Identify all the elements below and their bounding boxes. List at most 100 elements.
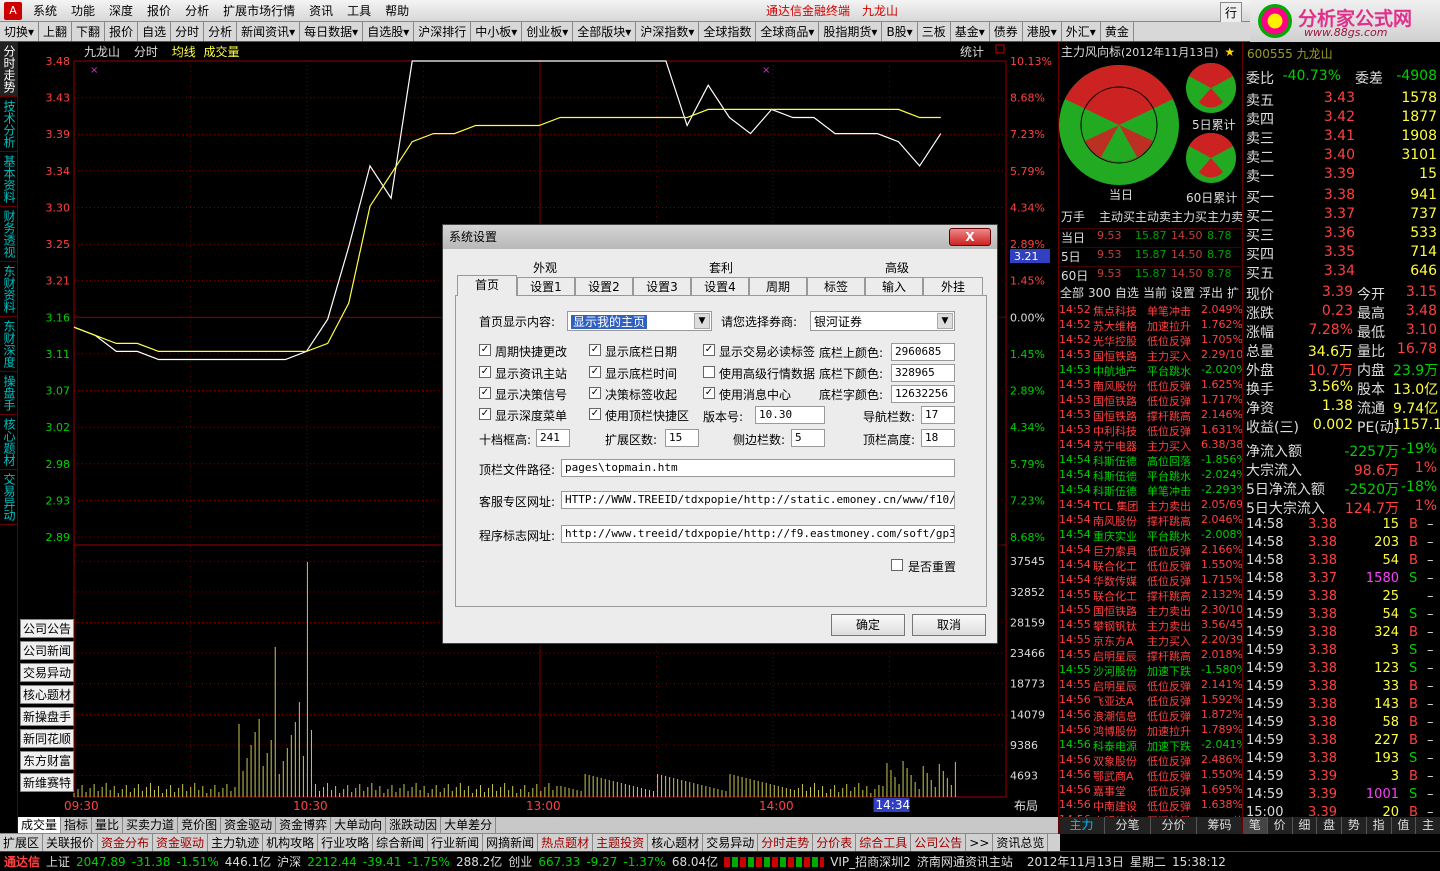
trade-button[interactable]: 行 [1220, 2, 1243, 23]
toolbar-button[interactable]: 沪深排行 [414, 22, 472, 41]
toolbar-button[interactable]: 上翻 [39, 22, 73, 41]
option-checkbox[interactable]: ✓ [589, 387, 601, 399]
news-item[interactable]: 14:56 嘉事堂 低位反弹 1.695% [1059, 783, 1243, 798]
news-item[interactable]: 14:52 苏大维格 加速拉升 1.762% [1059, 318, 1243, 333]
news-item[interactable]: 14:55 沙河股份 加速下跌 -1.580% [1059, 663, 1247, 678]
news-item[interactable]: 14:54 联合化工 低位反弹 1.550% [1059, 558, 1243, 573]
news-item[interactable]: 14:56 飞亚达A 低位反弹 1.592% [1059, 693, 1243, 708]
news-filter-item[interactable]: 当前 [1143, 286, 1167, 300]
news-item[interactable]: 14:52 焦点科技 单笔冲击 2.049% [1059, 303, 1243, 318]
menu-item[interactable]: 分析 [178, 0, 216, 22]
toolbar-button[interactable]: 黄金 [1101, 22, 1134, 41]
menu-item[interactable]: 深度 [102, 0, 140, 22]
nav-item[interactable]: 扩展区 [0, 834, 44, 851]
news-item[interactable]: 14:54 科斯伍德 平台跳水 -2.024% [1059, 468, 1247, 483]
option-checkbox[interactable]: ✓ [589, 344, 601, 356]
menu-item[interactable]: 报价 [140, 0, 178, 22]
toolbar-button[interactable]: 全部版块▾ [573, 22, 637, 41]
news-item[interactable]: 14:55 启明星辰 撑杆跳高 2.018% [1059, 648, 1243, 663]
volume-side-button[interactable]: 东方财富 [20, 751, 74, 770]
news-filter-item[interactable]: 全部 [1060, 286, 1084, 300]
color-font-input[interactable]: 12632256 [891, 385, 955, 403]
nav-count-input[interactable]: 17 [921, 406, 955, 424]
toolbar-button[interactable]: 债券 [990, 22, 1023, 41]
dialog-tab[interactable]: 设置2 [575, 277, 633, 295]
volume-side-button[interactable]: 新维赛特 [20, 773, 74, 792]
right-bottom-tab[interactable]: 分价 [1151, 817, 1197, 834]
nav-item[interactable]: 核心题材 [648, 834, 704, 851]
dialog-tab[interactable]: 周期 [749, 277, 807, 295]
dialog-tab[interactable]: 标签 [807, 277, 865, 295]
news-item[interactable]: 14:56 双象股份 低位反弹 2.486% [1059, 753, 1243, 768]
menu-item[interactable]: 工具 [340, 0, 378, 22]
news-item[interactable]: 14:55 京东方A 主力买入 2.20/39 [1059, 633, 1243, 648]
dialog-tab[interactable]: 首页 [457, 275, 517, 296]
nav-item[interactable]: 分时走势 [758, 834, 814, 851]
quote-bottom-tab[interactable]: 指 [1367, 817, 1392, 834]
nav-item[interactable]: 综合工具 [856, 834, 912, 851]
option-checkbox[interactable]: ✓ [703, 387, 715, 399]
option-checkbox[interactable]: ✓ [479, 366, 491, 378]
ten-height-input[interactable]: 241 [536, 429, 570, 447]
nav-item[interactable]: 行业攻略 [318, 834, 374, 851]
news-item[interactable]: 14:54 科斯伍德 高位回落 -1.856% [1059, 453, 1247, 468]
news-item[interactable]: 14:55 攀钢钒钛 主力卖出 3.56/45 [1059, 618, 1243, 633]
logo-url-input[interactable]: http://www.treeid/tdxpopie/http://f9.eas… [561, 525, 955, 543]
news-item[interactable]: 14:55 启明星辰 低位反弹 2.141% [1059, 678, 1243, 693]
nav-item[interactable]: 网摘新闻 [483, 834, 539, 851]
toolbar-button[interactable]: 外汇▾ [1062, 22, 1101, 41]
volume-side-button[interactable]: 公司公告 [20, 619, 74, 638]
cs-url-input[interactable]: HTTP://WWW.TREEID/tdxpopie/http://static… [561, 491, 955, 509]
news-item[interactable]: 14:54 TCL 集团 主力卖出 2.05/69 [1059, 498, 1243, 513]
news-item[interactable]: 14:53 中航地产 平台跳水 -2.020% [1059, 363, 1247, 378]
dialog-tab[interactable]: 设置3 [633, 277, 691, 295]
top-height-input[interactable]: 18 [921, 429, 955, 447]
left-tab[interactable]: 技术分析 [0, 97, 18, 152]
left-tab[interactable]: 财务透视 [0, 207, 18, 262]
option-checkbox[interactable]: ✓ [479, 408, 491, 420]
news-filter-item[interactable]: 300 [1088, 286, 1111, 300]
toolbar-button[interactable]: 三板 [918, 22, 951, 41]
nav-item[interactable]: 机构攻略 [263, 834, 319, 851]
right-bottom-tab[interactable]: 分笔 [1105, 817, 1151, 834]
toolbar-button[interactable]: 港股▾ [1023, 22, 1062, 41]
nav-item[interactable]: >> [966, 834, 994, 851]
left-tab[interactable]: 基本资料 [0, 152, 18, 207]
dialog-tab[interactable]: 设置1 [517, 277, 575, 295]
toolbar-button[interactable]: 报价 [105, 22, 139, 41]
toolbar-button[interactable]: 自选 [138, 22, 172, 41]
news-item[interactable]: 14:53 国恒铁路 低位反弹 1.717% [1059, 393, 1243, 408]
menu-item[interactable]: 资讯 [302, 0, 340, 22]
nav-item[interactable]: 交易异动 [703, 834, 759, 851]
toolbar-button[interactable]: 切换▾ [0, 22, 40, 41]
menu-item[interactable]: 扩展市场行情 [216, 0, 302, 22]
news-filter-item[interactable]: 扩 [1227, 286, 1239, 300]
left-tab[interactable]: 核心题材 [0, 415, 18, 470]
cancel-button[interactable]: 取消 [912, 614, 986, 636]
news-item[interactable]: 14:53 南风股份 低位反弹 1.625% [1059, 378, 1243, 393]
news-item[interactable]: 14:54 南风股份 撑杆跳高 2.046% [1059, 513, 1243, 528]
left-tab[interactable]: 东财深度 [0, 317, 18, 372]
nav-item[interactable]: 分价表 [813, 834, 857, 851]
chart-tab[interactable]: 量比 [92, 817, 124, 833]
option-checkbox[interactable]: ✓ [589, 366, 601, 378]
nav-item[interactable]: 资讯总览 [993, 834, 1049, 851]
nav-item[interactable]: 主题投资 [593, 834, 649, 851]
left-tab[interactable]: 东财资料 [0, 262, 18, 317]
volume-side-button[interactable]: 交易异动 [20, 663, 74, 682]
home-content-select[interactable]: 显示我的主页 ▼ [567, 311, 712, 331]
news-filter-item[interactable]: 浮出 [1199, 286, 1223, 300]
option-checkbox[interactable]: ✓ [479, 387, 491, 399]
news-item[interactable]: 14:56 浪潮信息 低位反弹 1.872% [1059, 708, 1243, 723]
news-item[interactable]: 14:56 科泰电源 加速下跌 -2.041% [1059, 738, 1247, 753]
side-count-input[interactable]: 5 [791, 429, 825, 447]
toolbar-button[interactable]: 新闻资讯▾ [237, 22, 301, 41]
dialog-tab-group[interactable]: 高级 [809, 259, 985, 277]
news-item[interactable]: 14:54 巨力索具 低位反弹 2.166% [1059, 543, 1243, 558]
quote-bottom-tab[interactable]: 势 [1342, 817, 1367, 834]
left-tab[interactable]: 交易异动 [0, 470, 18, 525]
news-item[interactable]: 14:54 科斯伍德 单笔冲击 -2.293% [1059, 483, 1247, 498]
dialog-tab[interactable]: 外挂 [923, 277, 983, 295]
toolbar-button[interactable]: 股指期货▾ [819, 22, 883, 41]
news-item[interactable]: 14:56 鄂武商A 低位反弹 1.550% [1059, 768, 1243, 783]
